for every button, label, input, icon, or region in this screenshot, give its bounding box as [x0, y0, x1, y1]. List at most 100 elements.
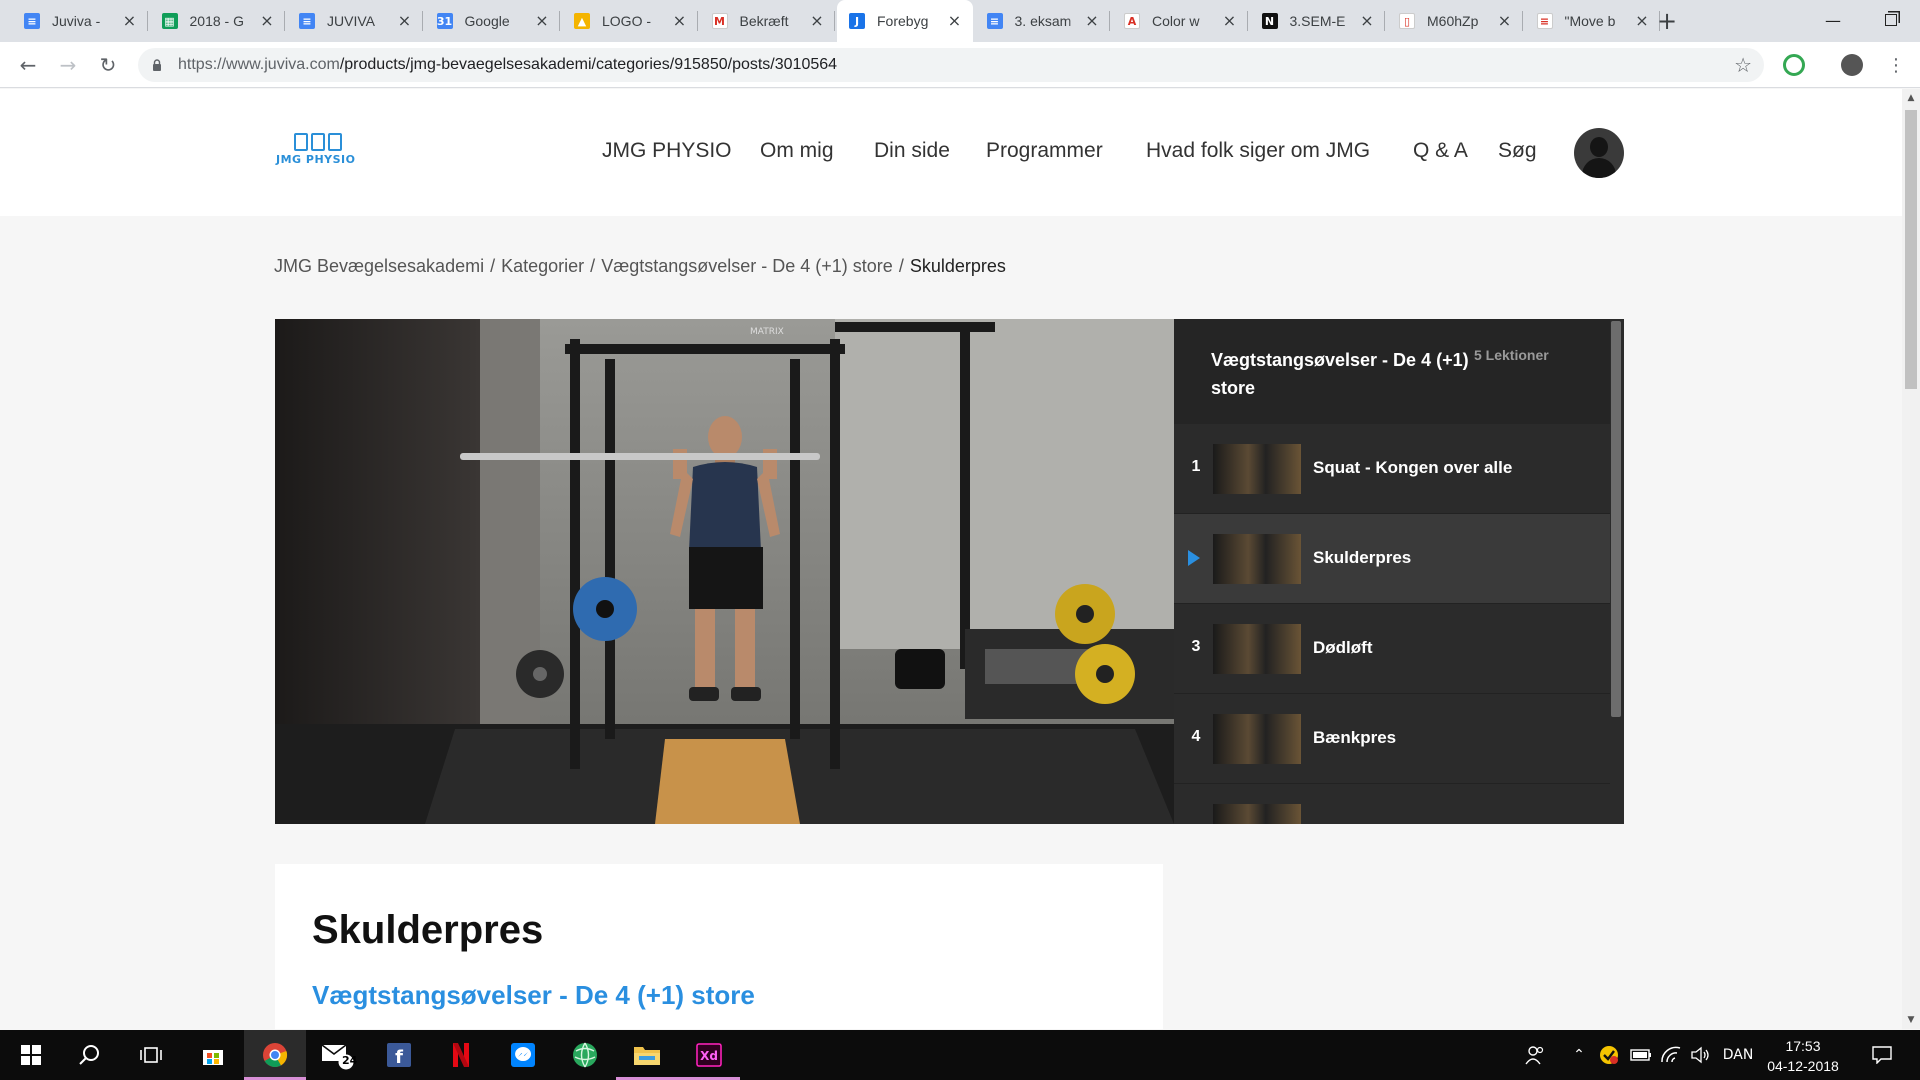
messenger-icon[interactable]: [492, 1030, 554, 1080]
action-center-icon[interactable]: [1862, 1030, 1902, 1080]
system-clock[interactable]: 17:53 04-12-2018: [1758, 1036, 1848, 1076]
browser-tab[interactable]: 31 Google ×: [425, 0, 560, 42]
breadcrumb-academy[interactable]: JMG Bevægelsesakademi: [274, 256, 484, 276]
close-tab-icon[interactable]: ×: [1497, 13, 1513, 29]
close-tab-icon[interactable]: ×: [534, 13, 550, 29]
tab-title: Bekræft: [739, 13, 789, 29]
browser-tab[interactable]: J Forebyg ×: [837, 0, 973, 42]
browser-tab[interactable]: ≡ JUVIVA ×: [287, 0, 423, 42]
chrome-taskbar-icon[interactable]: [244, 1030, 306, 1080]
jmg-physio-logo[interactable]: JMG PHYSIO: [276, 133, 374, 171]
minimize-button[interactable]: —: [1804, 0, 1862, 40]
sheets-icon: ▦: [161, 13, 178, 29]
adobe-xd-icon[interactable]: Xd: [678, 1030, 740, 1080]
playlist-item[interactable]: Skulderpres: [1174, 514, 1610, 604]
reload-icon[interactable]: ↻: [94, 51, 122, 79]
address-bar[interactable]: https://www.juviva.com/products/jmg-beva…: [138, 48, 1764, 82]
playlist-scrollbar[interactable]: [1611, 321, 1621, 717]
close-tab-icon[interactable]: ×: [672, 13, 688, 29]
language-indicator[interactable]: DAN: [1718, 1030, 1758, 1080]
lesson-thumbnail: [1213, 714, 1301, 764]
course-link[interactable]: Vægtstangsøvelser - De 4 (+1) store: [312, 980, 755, 1011]
extension-green-icon[interactable]: [1783, 54, 1805, 76]
windows-start-icon[interactable]: [0, 1030, 62, 1080]
close-tab-icon[interactable]: ×: [1359, 13, 1375, 29]
juviva-icon: J: [849, 13, 865, 29]
browser-tab[interactable]: ▦ 2018 - G ×: [150, 0, 285, 42]
show-hidden-icons-chevron-icon[interactable]: ⌃: [1568, 1030, 1590, 1080]
nav-q-and-a[interactable]: Q & A: [1413, 139, 1468, 163]
norton-icon[interactable]: [1596, 1030, 1622, 1080]
lock-icon: [153, 59, 161, 71]
nav-programmer[interactable]: Programmer: [986, 139, 1103, 163]
task-view-icon[interactable]: [120, 1030, 182, 1080]
playlist-item-label: Dødløft: [1313, 638, 1373, 657]
page-scrollbar-thumb[interactable]: [1905, 110, 1917, 389]
browser-tab[interactable]: ≡ 3. eksam ×: [975, 0, 1110, 42]
bookmark-star-icon[interactable]: ☆: [1734, 54, 1752, 76]
scroll-down-arrow-icon[interactable]: ▼: [1902, 1011, 1920, 1029]
maximize-button[interactable]: [1862, 0, 1920, 40]
people-icon[interactable]: [1522, 1030, 1548, 1080]
logo-figures-icon: [294, 133, 374, 151]
breadcrumb-category[interactable]: Vægtstangsøvelser - De 4 (+1) store: [601, 256, 893, 276]
lesson-title: Skulderpres: [312, 908, 544, 952]
playlist-item[interactable]: 4 Bænkpres: [1174, 694, 1610, 784]
browser-toolbar: ← → ↻ https://www.juviva.com/products/jm…: [0, 42, 1920, 88]
close-tab-icon[interactable]: ×: [947, 13, 963, 29]
svg-text:Xd: Xd: [700, 1049, 718, 1063]
close-tab-icon[interactable]: ×: [259, 13, 275, 29]
user-avatar[interactable]: [1574, 128, 1624, 178]
mail-icon[interactable]: 24: [306, 1030, 368, 1080]
profile-avatar-icon[interactable]: [1841, 54, 1863, 76]
clock-time: 17:53: [1785, 1038, 1821, 1054]
close-tab-icon[interactable]: ×: [1634, 13, 1650, 29]
browser-tab[interactable]: N 3.SEM-E ×: [1250, 0, 1385, 42]
lesson-count: 5 Lektioner: [1474, 347, 1549, 363]
file-explorer-icon[interactable]: [616, 1030, 678, 1080]
browser-tab[interactable]: ▲ LOGO - ×: [562, 0, 698, 42]
nav-din-side[interactable]: Din side: [874, 139, 950, 163]
volume-icon[interactable]: [1688, 1030, 1714, 1080]
battery-icon[interactable]: [1628, 1030, 1654, 1080]
menu-kebab-icon[interactable]: ⋮: [1882, 51, 1910, 79]
nav-jmg-physio[interactable]: JMG PHYSIO: [602, 139, 732, 163]
search-icon[interactable]: [58, 1030, 120, 1080]
new-tab-button[interactable]: +: [1654, 8, 1680, 34]
browser-tab[interactable]: M Bekræft ×: [700, 0, 835, 42]
scroll-up-arrow-icon[interactable]: ▲: [1902, 89, 1920, 107]
microsoft-store-icon[interactable]: [182, 1030, 244, 1080]
svg-text:f: f: [395, 1047, 403, 1067]
facebook-icon[interactable]: f: [368, 1030, 430, 1080]
nav-om-mig[interactable]: Om mig: [760, 139, 834, 163]
close-tab-icon[interactable]: ×: [397, 13, 413, 29]
close-tab-icon[interactable]: ×: [1084, 13, 1100, 29]
browser-tab[interactable]: ≡ "Move b ×: [1525, 0, 1660, 42]
breadcrumb-categories[interactable]: Kategorier: [501, 256, 584, 276]
nav-hvad-folk-siger[interactable]: Hvad folk siger om JMG: [1146, 139, 1370, 163]
browser-tab[interactable]: ≡ Juviva - ×: [12, 0, 148, 42]
playlist-item-number: 1: [1191, 458, 1201, 475]
nav-sog[interactable]: Søg: [1498, 139, 1537, 163]
adobe-icon: A: [1124, 13, 1140, 29]
browser-tab[interactable]: ▯ M60hZp ×: [1387, 0, 1523, 42]
calendar-icon: 31: [436, 13, 453, 29]
video-player[interactable]: MATRIX: [275, 319, 1174, 824]
netflix-icon[interactable]: [430, 1030, 492, 1080]
playlist-item[interactable]: [1174, 784, 1610, 824]
tab-title: Color w: [1152, 13, 1200, 29]
close-tab-icon[interactable]: ×: [122, 13, 138, 29]
playlist-item[interactable]: 1 Squat - Kongen over alle: [1174, 424, 1610, 514]
wifi-icon[interactable]: [1658, 1030, 1684, 1080]
back-arrow-icon[interactable]: ←: [14, 51, 42, 79]
close-tab-icon[interactable]: ×: [1222, 13, 1238, 29]
notion-icon: N: [1261, 13, 1278, 29]
tab-title: 2018 - G: [189, 13, 244, 29]
playlist-item[interactable]: 3 Dødløft: [1174, 604, 1610, 694]
page-scrollbar[interactable]: ▲ ▼: [1902, 89, 1920, 1029]
browser-tab[interactable]: A Color w ×: [1112, 0, 1248, 42]
close-tab-icon[interactable]: ×: [809, 13, 825, 29]
site-header: JMG PHYSIO JMG PHYSIO Om mig Din side Pr…: [0, 89, 1902, 216]
forward-arrow-icon[interactable]: →: [54, 51, 82, 79]
globe-app-icon[interactable]: [554, 1030, 616, 1080]
